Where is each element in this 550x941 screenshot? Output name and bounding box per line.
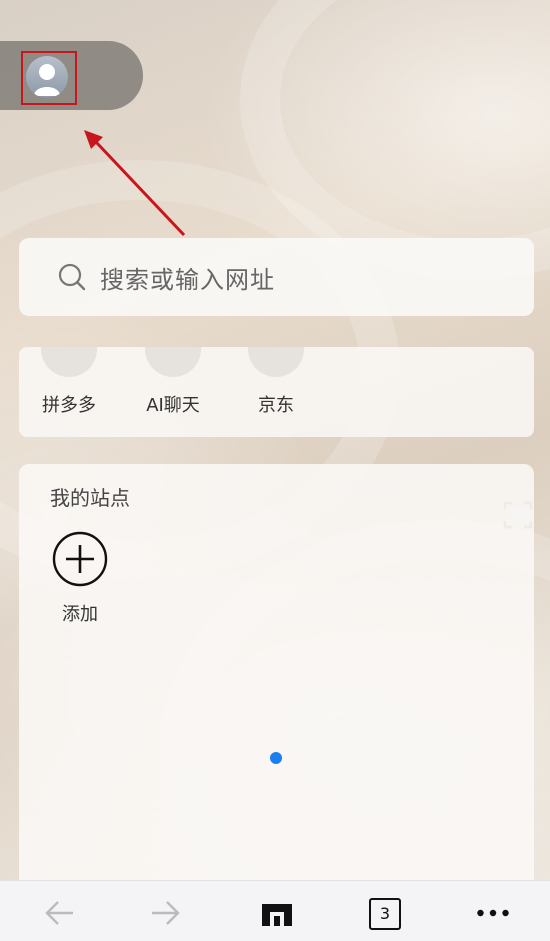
- my-sites-title: 我的站点: [50, 486, 130, 510]
- bottom-toolbar: [0, 880, 550, 941]
- search-icon: [58, 263, 86, 291]
- forward-button[interactable]: [149, 896, 183, 930]
- jd-icon: [248, 347, 304, 377]
- back-button[interactable]: [42, 896, 76, 930]
- annotation-highlight-box: [21, 51, 77, 105]
- more-button[interactable]: [476, 896, 510, 930]
- quick-link-label: 拼多多: [42, 395, 96, 416]
- quick-link-label: AI聊天: [146, 395, 200, 416]
- quick-links-panel: 拼多多 AI聊天 京东: [19, 347, 534, 437]
- my-sites-panel: 我的站点 添加: [19, 464, 534, 894]
- arrow-right-icon: [152, 901, 180, 925]
- home-icon: [262, 904, 292, 926]
- search-bar[interactable]: 搜索或输入网址: [19, 238, 534, 529]
- home-button[interactable]: [260, 896, 294, 930]
- quick-link-pinduoduo[interactable]: 拼多多: [24, 347, 114, 417]
- tabs-button[interactable]: 3: [369, 898, 401, 930]
- search-placeholder[interactable]: 搜索或输入网址: [100, 260, 275, 295]
- arrow-left-icon: [45, 901, 73, 925]
- quick-link-label: 京东: [258, 395, 294, 416]
- plus-circle-icon[interactable]: [52, 531, 108, 587]
- pinduoduo-icon: [41, 347, 97, 377]
- quick-link-ai-chat[interactable]: AI聊天: [128, 347, 218, 417]
- quick-link-jd[interactable]: 京东: [231, 347, 321, 417]
- ai-chat-icon: [145, 347, 201, 377]
- page-indicator-dot: [270, 752, 282, 764]
- more-dots-icon: [477, 909, 509, 917]
- add-site-label[interactable]: 添加: [55, 600, 105, 626]
